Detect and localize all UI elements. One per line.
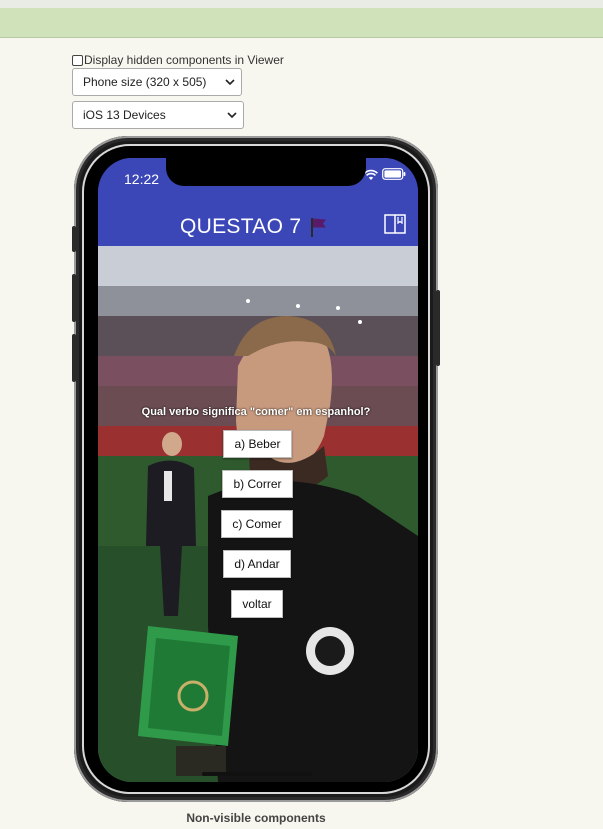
answer-button-c[interactable]: c) Comer — [221, 510, 293, 538]
answer-label: d) Andar — [234, 557, 280, 571]
phone-power-button — [436, 290, 440, 366]
status-time: 12:22 — [124, 171, 160, 187]
question-text: Qual verbo significa "comer" em espanhol… — [141, 406, 371, 418]
device-theme-value: iOS 13 Devices — [83, 108, 166, 122]
answer-label: b) Correr — [233, 477, 282, 491]
answer-label: c) Comer — [232, 517, 282, 531]
phone-size-select[interactable]: Phone size (320 x 505) — [72, 68, 242, 96]
book-icon[interactable] — [384, 214, 406, 234]
answer-button-b[interactable]: b) Correr — [222, 470, 293, 498]
hidden-components-checkbox[interactable] — [72, 54, 83, 66]
answer-button-a[interactable]: a) Beber — [223, 430, 292, 458]
title-bar: QUESTAO 7 — [98, 202, 418, 247]
non-visible-components-label: Non-visible components — [186, 811, 326, 825]
back-button[interactable]: voltar — [231, 590, 283, 618]
phone-volume-down — [72, 334, 76, 382]
phone-volume-up — [72, 274, 76, 322]
hidden-components-label: Display hidden components in Viewer — [84, 53, 284, 67]
background-photo: Qual verbo significa "comer" em espanhol… — [98, 246, 418, 782]
screen-title: QUESTAO 7 — [180, 215, 302, 238]
wifi-icon — [364, 169, 378, 180]
answer-button-d[interactable]: d) Andar — [223, 550, 291, 578]
chevron-down-icon — [225, 79, 235, 86]
phone-screen: 12:22 QUESTAO 7 Qual verbo significa "co… — [98, 158, 418, 782]
phone-size-value: Phone size (320 x 505) — [83, 75, 207, 89]
hidden-components-option[interactable]: Display hidden components in Viewer — [72, 51, 284, 69]
answer-label: a) Beber — [234, 437, 281, 451]
chevron-down-icon — [227, 112, 237, 119]
home-indicator — [202, 772, 312, 776]
top-banner — [0, 0, 603, 38]
status-bar: 12:22 — [98, 158, 418, 202]
flag-icon — [311, 218, 326, 237]
battery-icon — [382, 168, 406, 180]
phone-side-button — [72, 226, 76, 252]
device-theme-select[interactable]: iOS 13 Devices — [72, 101, 244, 129]
back-label: voltar — [242, 597, 272, 611]
phone-notch — [166, 158, 366, 186]
